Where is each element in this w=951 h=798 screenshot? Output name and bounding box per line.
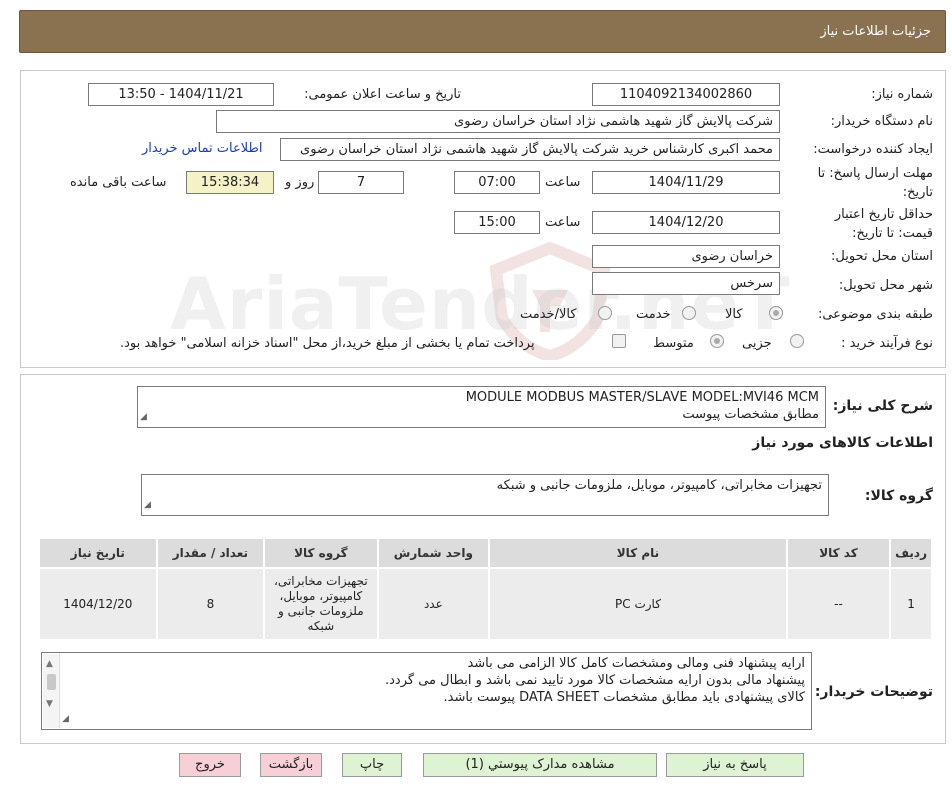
validity-date-field: 1404/12/20 — [592, 211, 780, 234]
province-field: خراسان رضوی — [592, 245, 780, 268]
deadline-time-field: 07:00 — [454, 171, 540, 194]
category-goods-service-radio[interactable] — [598, 306, 612, 320]
province-label: استان محل تحویل: — [831, 249, 933, 264]
table-row: 1 -- کارت PC عدد تجهیزات مخابراتی، کامپی… — [38, 567, 933, 641]
deadline-date-field: 1404/11/29 — [592, 171, 780, 194]
process-medium-radio[interactable] — [710, 334, 724, 348]
cell-need-date: 1404/12/20 — [38, 567, 158, 641]
col-header-quantity: تعداد / مقدار — [155, 537, 266, 569]
need-number-label: شماره نیاز: — [871, 87, 933, 102]
col-header-unit: واحد شمارش — [376, 537, 491, 569]
reply-button[interactable]: پاسخ به نیاز — [666, 753, 804, 777]
process-partial-radio[interactable] — [790, 334, 804, 348]
creator-field: محمد اکبری کارشناس خرید شرکت پالایش گاز … — [280, 138, 780, 161]
deadline-label-line2: تاریخ: — [902, 185, 933, 200]
validity-label: حداقل تاریخ اعتبار — [834, 207, 933, 222]
page-title: جزئیات اطلاعات نیاز — [820, 24, 931, 39]
category-service-label: خدمت — [636, 307, 671, 322]
col-header-item-code: کد کالا — [785, 537, 892, 569]
payment-note: پرداخت تمام یا بخشی از مبلغ خرید،از محل … — [120, 336, 535, 351]
category-goods-service-label: کالا/خدمت — [520, 307, 577, 322]
buyer-notes-line-3: کالای پیشنهادی باید مطابق مشخصات DATA SH… — [443, 690, 805, 705]
buyer-notes-line-1: ارایه پیشنهاد فنی ومالی ومشخصات کامل کال… — [467, 656, 805, 671]
category-service-radio[interactable] — [682, 306, 696, 320]
summary-textarea[interactable]: MODULE MODBUS MASTER/SLAVE MODEL:MVI46 M… — [137, 386, 826, 428]
goods-group-label: گروه کالا: — [864, 488, 933, 504]
buyer-org-label: نام دستگاه خریدار: — [830, 114, 933, 129]
deadline-time-label: ساعت — [545, 175, 581, 190]
category-goods-label: کالا — [725, 307, 743, 322]
validity-label-line2: قیمت: تا تاریخ: — [852, 226, 933, 241]
exit-button[interactable]: خروج — [179, 753, 241, 777]
items-table: ردیف کد کالا نام کالا واحد شمارش گروه کا… — [38, 537, 933, 641]
col-header-need-date: تاریخ نیاز — [38, 537, 158, 569]
city-label: شهر محل تحویل: — [838, 278, 933, 293]
resize-grip-icon[interactable]: ◢ — [144, 497, 151, 514]
buyer-notes-textarea[interactable]: ارایه پیشنهاد فنی ومالی ومشخصات کامل کال… — [41, 652, 812, 730]
col-header-goods-group: گروه کالا — [263, 537, 379, 569]
announce-label: تاریخ و ساعت اعلان عمومی: — [304, 87, 461, 102]
process-partial-label: جزیی — [742, 336, 772, 351]
announce-datetime-field: 1404/11/21 - 13:50 — [88, 83, 274, 106]
resize-grip-icon[interactable]: ◢ — [140, 409, 147, 426]
need-number-field: 1104092134002860 — [592, 83, 780, 106]
days-remaining-field: 7 — [318, 171, 404, 194]
col-header-row-number: ردیف — [889, 537, 933, 569]
cell-unit: عدد — [376, 567, 491, 641]
scroll-up-icon[interactable]: ▲ — [46, 656, 53, 673]
buyer-notes-label: توضیحات خریدار: — [814, 684, 933, 700]
cell-quantity: 8 — [155, 567, 266, 641]
city-field: سرخس — [592, 272, 780, 295]
cell-goods-group: تجهیزات مخابراتی، کامپیوتر، موبایل، ملزو… — [263, 567, 379, 641]
buyer-org-field: شرکت پالایش گاز شهید هاشمی نژاد استان خر… — [216, 110, 780, 133]
category-goods-radio[interactable] — [769, 306, 783, 320]
process-medium-label: متوسط — [653, 336, 694, 351]
validity-time-field: 15:00 — [454, 211, 540, 234]
summary-line-1: MODULE MODBUS MASTER/SLAVE MODEL:MVI46 M… — [465, 390, 819, 405]
view-attachments-button[interactable]: مشاهده مدارک پیوستي (1) — [423, 753, 657, 777]
scroll-down-icon[interactable]: ▼ — [46, 696, 53, 713]
col-header-item-name: نام کالا — [488, 537, 788, 569]
process-label: نوع فرآیند خرید : — [841, 336, 933, 351]
cell-row-number: 1 — [889, 567, 933, 641]
cell-item-code: -- — [785, 567, 892, 641]
remaining-label: ساعت باقی مانده — [70, 175, 167, 190]
summary-line-2: مطابق مشخصات پیوست — [682, 407, 819, 422]
buyer-notes-line-2: پیشنهاد مالی بدون ارایه مشخصات کالا مورد… — [385, 673, 805, 688]
deadline-label: مهلت ارسال پاسخ: تا — [817, 166, 933, 181]
table-header-row: ردیف کد کالا نام کالا واحد شمارش گروه کا… — [38, 537, 933, 569]
goods-group-field: تجهیزات مخابراتی، کامپیوتر، موبایل، ملزو… — [141, 474, 829, 516]
print-button[interactable]: چاپ — [342, 753, 402, 777]
validity-time-label: ساعت — [545, 215, 581, 230]
buyer-contact-link[interactable]: اطلاعات تماس خریدار — [142, 141, 262, 156]
category-label: طبقه بندی موضوعی: — [817, 307, 933, 322]
days-label: روز و — [285, 175, 315, 190]
page-header: جزئیات اطلاعات نیاز — [19, 10, 946, 53]
back-button[interactable]: بازگشت — [260, 753, 322, 777]
cell-item-name: کارت PC — [488, 567, 788, 641]
resize-grip-icon[interactable]: ◢ — [62, 711, 69, 728]
goods-info-title: اطلاعات کالاهای مورد نیاز — [752, 435, 933, 451]
scroll-thumb[interactable] — [47, 674, 56, 690]
treasury-payment-checkbox[interactable] — [612, 334, 626, 348]
creator-label: ایجاد کننده درخواست: — [813, 142, 933, 157]
summary-label: شرح کلی نیاز: — [832, 398, 933, 414]
goods-group-value: تجهیزات مخابراتی، کامپیوتر، موبایل، ملزو… — [496, 478, 822, 493]
notes-scrollbar[interactable]: ▲ ▼ — [43, 654, 60, 728]
remaining-time-field: 15:38:34 — [186, 171, 274, 194]
